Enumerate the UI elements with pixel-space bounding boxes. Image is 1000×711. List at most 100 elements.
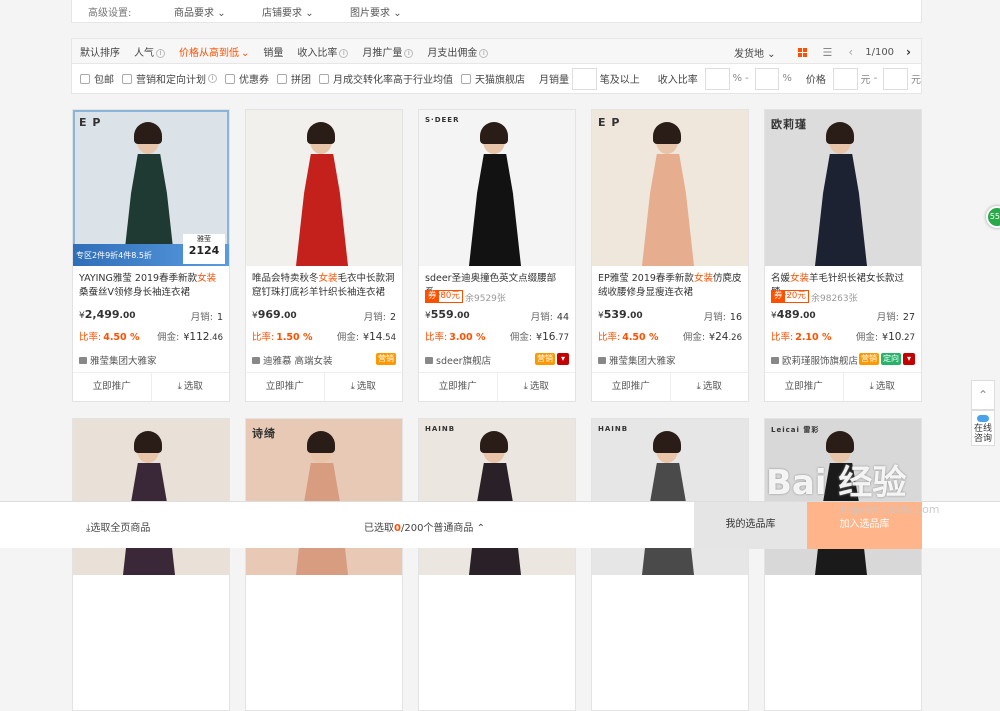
rate-label: 比率: — [771, 332, 794, 343]
ship-from-dropdown[interactable]: 发货地 ⌄ — [734, 45, 776, 60]
monthly-sales-suffix: 笔及以上 — [599, 75, 640, 86]
store-name[interactable]: 迪雅慕 高端女装 — [252, 353, 333, 367]
product-image[interactable]: HAINB — [419, 419, 575, 575]
monthly-sales: 月销: 44 — [531, 309, 569, 323]
online-consult-button[interactable]: 在线 咨询 — [971, 410, 995, 446]
commission-label: 佣金: — [157, 332, 180, 343]
sort-option-label: 价格从高到低 — [179, 47, 239, 59]
store-name[interactable]: sdeer旗舰店 — [425, 353, 491, 367]
price-max-input[interactable] — [883, 67, 908, 90]
price-decimal: .00 — [453, 311, 470, 321]
back-to-top-button[interactable]: ⌃ — [971, 380, 995, 410]
rate-row: 比率: 1.50 % 佣金: ¥14.54 — [252, 329, 396, 343]
chevron-down-icon: ⌄ — [305, 7, 314, 19]
sort-option[interactable]: 月推广量 i — [362, 44, 414, 59]
percent-label: % — [732, 73, 743, 84]
product-card[interactable]: E P EP雅莹 2019春季新款女装仿麂皮绒收腰修身显瘦连衣裙EZDPA4593… — [591, 109, 749, 402]
product-card[interactable]: E P 专区2件9折4件8.5折 雅莹 2124 YAYING雅莹 2019春季新款女装… — [72, 109, 230, 402]
promote-button[interactable]: 立即推广 — [765, 373, 843, 401]
filter-checkbox[interactable]: 月成交转化率高于行业均值 — [319, 71, 453, 86]
product-image[interactable] — [246, 110, 402, 266]
store-name[interactable]: 雅莹集团大雅家 — [598, 353, 676, 367]
pick-button[interactable]: ⤓ 选取 — [150, 373, 230, 401]
filter-checkbox[interactable]: 拼团 — [277, 71, 311, 86]
product-image[interactable] — [73, 419, 229, 575]
marketing-tag: 营销 — [535, 353, 555, 365]
store-name[interactable]: 雅莹集团大雅家 — [79, 353, 157, 367]
next-page-icon[interactable]: › — [906, 45, 911, 59]
sort-option[interactable]: 月支出佣金 i — [427, 44, 489, 59]
sort-option[interactable]: 人气 i — [134, 44, 165, 59]
coupon-badge[interactable]: 券 80元 — [425, 290, 463, 303]
monthly-sales-input[interactable] — [572, 67, 597, 90]
promote-button[interactable]: 立即推广 — [592, 373, 670, 401]
product-image[interactable]: HAINB — [592, 419, 748, 575]
pick-button[interactable]: ⤓ 选取 — [323, 373, 403, 401]
product-image[interactable]: E P — [592, 110, 748, 266]
sort-option-label: 收入比率 — [297, 47, 338, 59]
image-requirements-dropdown[interactable]: 图片要求 ⌄ — [350, 4, 438, 19]
grid-view-icon[interactable] — [797, 47, 807, 57]
page-indicator: 1/100 — [865, 46, 895, 58]
filter-checkbox[interactable]: 包邮 — [80, 71, 114, 86]
model-hair — [826, 122, 854, 144]
store-icon — [598, 356, 606, 364]
pick-button[interactable]: ⤓ 选取 — [842, 373, 922, 401]
income-rate-max-input[interactable] — [754, 67, 780, 90]
store-label: 欧莉瑾服饰旗舰店 — [782, 356, 859, 367]
my-library-button[interactable]: 我的选品库 — [694, 502, 807, 549]
sort-option[interactable]: 价格从高到低 ⌄ — [179, 44, 249, 59]
sort-option[interactable]: 销量 — [263, 44, 283, 59]
product-title[interactable]: EP雅莹 2019春季新款女装仿麂皮绒收腰修身显瘦连衣裙EZDPA4593A — [598, 272, 744, 300]
filter-checkbox-label: 包邮 — [94, 75, 114, 86]
coupon-badge[interactable]: 券 20元 — [771, 290, 809, 303]
product-title[interactable]: YAYING雅莹 2019春季新款女装桑蚕丝V领修身长袖连衣裙EPDPS4223… — [79, 272, 225, 300]
store-requirements-dropdown[interactable]: 店铺要求 ⌄ — [262, 4, 350, 19]
store-label: 迪雅慕 高端女装 — [263, 356, 333, 367]
product-card[interactable]: HAINB — [418, 418, 576, 711]
product-card[interactable]: 唯品会特卖秋冬女装毛衣中长款洞窟钉珠打底衫羊针织长袖连衣裙 ¥969.00 月销: 2… — [245, 109, 403, 402]
pick-label: 选取 — [356, 381, 376, 392]
store-tags: 营销 定向 ▾ — [859, 353, 915, 365]
product-card[interactable]: 欧莉瑾名媛女装羊毛针织长裙女长款过膝...券20元余98263张¥489.00月… — [764, 109, 922, 402]
promote-button[interactable]: 立即推广 — [419, 373, 497, 401]
product-image[interactable]: 诗绮 — [246, 419, 402, 575]
filter-checkbox[interactable]: 天猫旗舰店 — [461, 71, 525, 86]
filter-checkbox[interactable]: 营销和定向计划 i — [122, 71, 217, 86]
online-badge[interactable]: 55 — [986, 206, 1000, 228]
selection-summary[interactable]: 已选取0/200个普通商品 ⌃ — [364, 519, 485, 534]
promote-button[interactable]: 立即推广 — [246, 373, 324, 401]
product-image[interactable]: 欧莉瑾 — [765, 110, 921, 266]
product-image[interactable]: E P 专区2件9折4件8.5折 雅莹 2124 — [73, 110, 229, 266]
brand-logo: Leicai 雷彩 — [771, 426, 820, 434]
promote-button[interactable]: 立即推广 — [73, 373, 151, 401]
brand-logo: HAINB — [598, 425, 629, 433]
product-card[interactable]: 诗绮 — [245, 418, 403, 711]
sales-value: 27 — [902, 312, 915, 323]
pick-button[interactable]: ⤓ 选取 — [496, 373, 576, 401]
product-image[interactable]: S·DEER — [419, 110, 575, 266]
sales-value: 44 — [556, 312, 569, 323]
commission-label: 佣金: — [509, 332, 533, 343]
product-card[interactable] — [72, 418, 230, 711]
commission: 佣金: ¥10.27 — [856, 329, 915, 343]
sort-option[interactable]: 收入比率 i — [297, 44, 349, 59]
product-title[interactable]: 唯品会特卖秋冬女装毛衣中长款洞窟钉珠打底衫羊针织长袖连衣裙 — [252, 272, 398, 300]
prev-page-icon[interactable]: ‹ — [848, 45, 853, 59]
price-min-input[interactable] — [832, 67, 858, 90]
price-integer: 2,499 — [84, 308, 120, 321]
sort-option[interactable]: 默认排序 — [80, 44, 120, 59]
select-all-page-button[interactable]: ⤓选取全页商品 — [86, 519, 150, 534]
pick-button[interactable]: ⤓ 选取 — [669, 373, 749, 401]
store-name[interactable]: 欧莉瑾服饰旗舰店 — [771, 353, 858, 367]
product-card[interactable]: HAINB — [591, 418, 749, 711]
price-label: 价格 — [805, 75, 826, 86]
income-rate-min-input[interactable] — [704, 67, 730, 90]
sort-bar: 默认排序 人气 i 价格从高到低 ⌄ 销量 收入比率 i 月推广量 i 月支出佣金 i 发货地 ⌄ ☰… — [71, 38, 922, 64]
goods-requirements-dropdown[interactable]: 商品要求 ⌄ — [174, 4, 262, 19]
product-card[interactable]: S·DEERsdeer圣迪奥撞色英文点缀腰部系...券80元余9529张¥559… — [418, 109, 576, 402]
keyword-highlight: 女装 — [197, 273, 217, 284]
filter-checkbox[interactable]: 优惠券 — [225, 71, 269, 86]
price-row: ¥539.00 月销: 16 — [598, 308, 742, 323]
list-view-icon[interactable]: ☰ — [823, 46, 833, 59]
